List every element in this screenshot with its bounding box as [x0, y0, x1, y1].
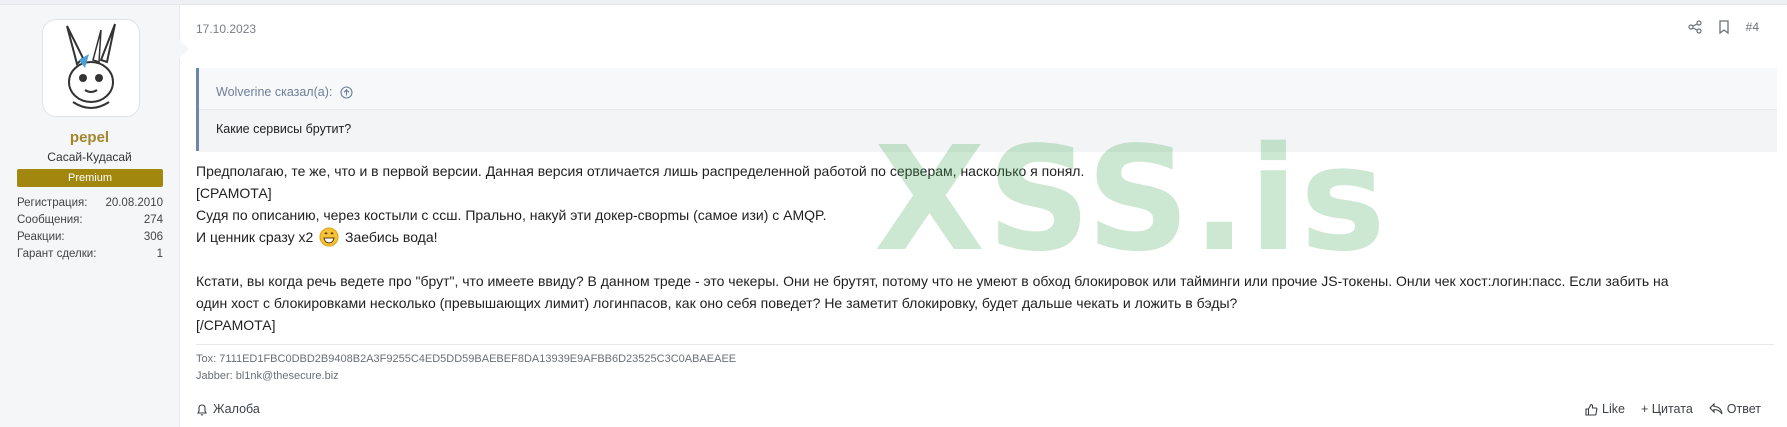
message-line: [СРАМОТА] [196, 185, 272, 201]
user-info-panel: pepel Сасай-Кудасай Premium Регистрация:… [0, 5, 180, 427]
signature-divider [196, 344, 1774, 345]
user-cell-arrow [179, 39, 189, 59]
signature: Tox: 7111ED1FBC0DBD2B9408B2A3F9255C4ED5D… [196, 351, 736, 385]
grinning-emoji-icon [319, 227, 339, 253]
arrow-up-circle-icon[interactable] [340, 85, 353, 99]
bookmark-icon[interactable] [1718, 20, 1730, 34]
post-date[interactable]: 17.10.2023 [196, 22, 256, 36]
quote-button[interactable]: + Цитата [1641, 402, 1693, 416]
message-line: [/СРАМОТА] [196, 317, 276, 333]
user-title: Сасай-Кудасай [47, 150, 132, 164]
post: pepel Сасай-Кудасай Premium Регистрация:… [0, 4, 1787, 427]
stat-guarantee: Гарант сделки: 1 [17, 246, 163, 263]
avatar[interactable] [42, 19, 140, 117]
message-line: Кстати, вы когда речь ведете про "брут",… [196, 273, 1669, 289]
post-footer-actions: Like + Цитата Ответ [1585, 402, 1761, 416]
bell-icon [197, 403, 207, 416]
report-label: Жалоба [213, 402, 260, 416]
quote-author[interactable]: Wolverine сказал(а): [216, 85, 332, 99]
thumbs-up-icon [1585, 403, 1598, 416]
stat-label: Реакции: [17, 231, 65, 243]
stat-label: Регистрация: [17, 197, 88, 209]
message-body: Предполагаю, те же, что и в первой верси… [196, 160, 1776, 336]
quote-body: Какие сервисы брутит? [199, 109, 1777, 152]
message-line: Предполагаю, те же, что и в первой верси… [196, 163, 1085, 179]
share-icon[interactable] [1688, 20, 1702, 34]
quote-block: Wolverine сказал(а): Какие сервисы брути… [196, 68, 1777, 152]
signature-tox: Tox: 7111ED1FBC0DBD2B9408B2A3F9255C4ED5D… [196, 353, 737, 365]
stat-reactions: Реакции: 306 [17, 229, 163, 246]
reply-label: Ответ [1726, 402, 1761, 416]
post-number[interactable]: #4 [1746, 20, 1759, 34]
stat-value: 1 [156, 248, 163, 260]
stat-messages: Сообщения: 274 [17, 212, 163, 229]
message-line: И ценник сразу х2 Заебись вода! [196, 226, 1776, 248]
stat-value[interactable]: 274 [144, 212, 163, 229]
message-line: один хост с блокировками несколько (прев… [196, 295, 1238, 311]
premium-badge: Premium [17, 169, 163, 187]
post-header-actions: #4 [1688, 20, 1759, 34]
like-label: Like [1602, 402, 1625, 416]
report-button[interactable]: Жалоба [196, 402, 260, 416]
message-text: Заебись вода! [345, 229, 438, 245]
quote-label: + Цитата [1640, 402, 1693, 416]
message-line: Судя по описанию, через костыли с ссш. П… [196, 207, 827, 223]
like-button[interactable]: Like [1585, 402, 1625, 416]
stat-label: Гарант сделки: [17, 248, 97, 260]
quote-text: Какие сервисы брутит? [216, 122, 352, 136]
reply-button[interactable]: Ответ [1709, 402, 1761, 416]
username[interactable]: pepel [0, 129, 179, 146]
reply-icon [1709, 403, 1723, 415]
post-content: 17.10.2023 #4 Wolverine сказал(а): Какие… [196, 5, 1787, 427]
stat-value: 20.08.2010 [105, 197, 163, 209]
stat-label: Сообщения: [17, 214, 83, 226]
message-text: И ценник сразу х2 [196, 229, 314, 245]
stat-registration: Регистрация: 20.08.2010 [17, 195, 163, 212]
stat-value: 306 [143, 231, 163, 243]
quote-header[interactable]: Wolverine сказал(а): [216, 85, 353, 99]
user-stats: Регистрация: 20.08.2010 Сообщения: 274 Р… [17, 195, 163, 263]
signature-jabber: Jabber: bl1nk@thesecure.biz [196, 370, 339, 382]
